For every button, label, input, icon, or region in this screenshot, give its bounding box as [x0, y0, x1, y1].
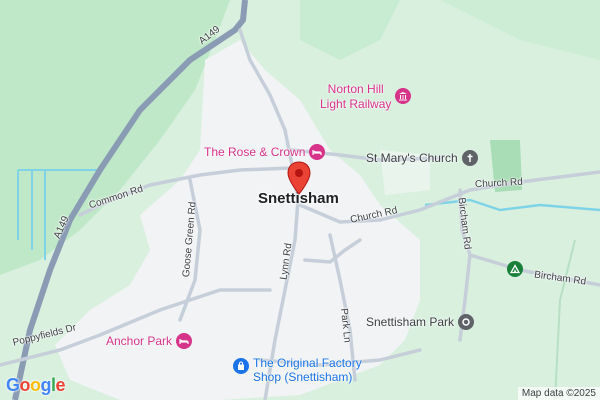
forest-area-northeast: [440, 0, 600, 60]
poi-original-factory-shop[interactable]: The Original Factory Shop (Snettisham): [233, 356, 362, 384]
map-attribution[interactable]: Map data ©2025: [517, 387, 600, 400]
google-logo: Google: [6, 375, 66, 396]
logo-letter: o: [30, 375, 41, 395]
church-cross-icon: [461, 150, 478, 166]
bed-icon: [309, 144, 326, 160]
logo-letter: G: [6, 375, 20, 395]
poi-snettisham-park[interactable]: Snettisham Park: [366, 314, 475, 330]
place-dot-icon: [458, 314, 475, 330]
poi-st-marys-label: St Mary's Church: [366, 151, 458, 165]
ridge-line-east: [554, 239, 576, 400]
campsite-tent-icon: [507, 261, 523, 277]
poi-norton-hill-label-1: Norton Hill: [327, 82, 384, 96]
poi-factory-shop-label-2: Shop (Snettisham): [253, 370, 353, 384]
poi-st-marys-church[interactable]: St Mary's Church: [366, 150, 478, 166]
poi-rose-and-crown[interactable]: The Rose & Crown: [204, 144, 326, 160]
museum-icon: [395, 88, 412, 104]
forest-area-north: [300, 0, 400, 60]
shopping-bag-icon: [233, 358, 249, 374]
location-marker-icon[interactable]: [284, 160, 314, 200]
water-stream-east: [424, 198, 600, 212]
poi-anchor-park[interactable]: Anchor Park: [106, 333, 193, 349]
poi-campsite[interactable]: [507, 261, 523, 277]
poi-norton-hill-light-railway[interactable]: Norton Hill Light Railway: [320, 82, 412, 112]
poi-factory-shop-label-1: The Original Factory: [253, 356, 362, 370]
logo-letter: o: [19, 375, 31, 395]
poi-snettisham-park-label: Snettisham Park: [366, 315, 455, 329]
bed-icon: [176, 333, 193, 349]
logo-letter: g: [40, 375, 52, 395]
poi-anchor-park-label: Anchor Park: [106, 334, 173, 348]
logo-letter: e: [55, 375, 66, 395]
map-canvas[interactable]: A149 A149 Common Rd Goose Green Rd Lynn …: [0, 0, 600, 400]
poi-norton-hill-label-2: Light Railway: [320, 97, 392, 111]
poi-rose-crown-label: The Rose & Crown: [204, 145, 306, 159]
